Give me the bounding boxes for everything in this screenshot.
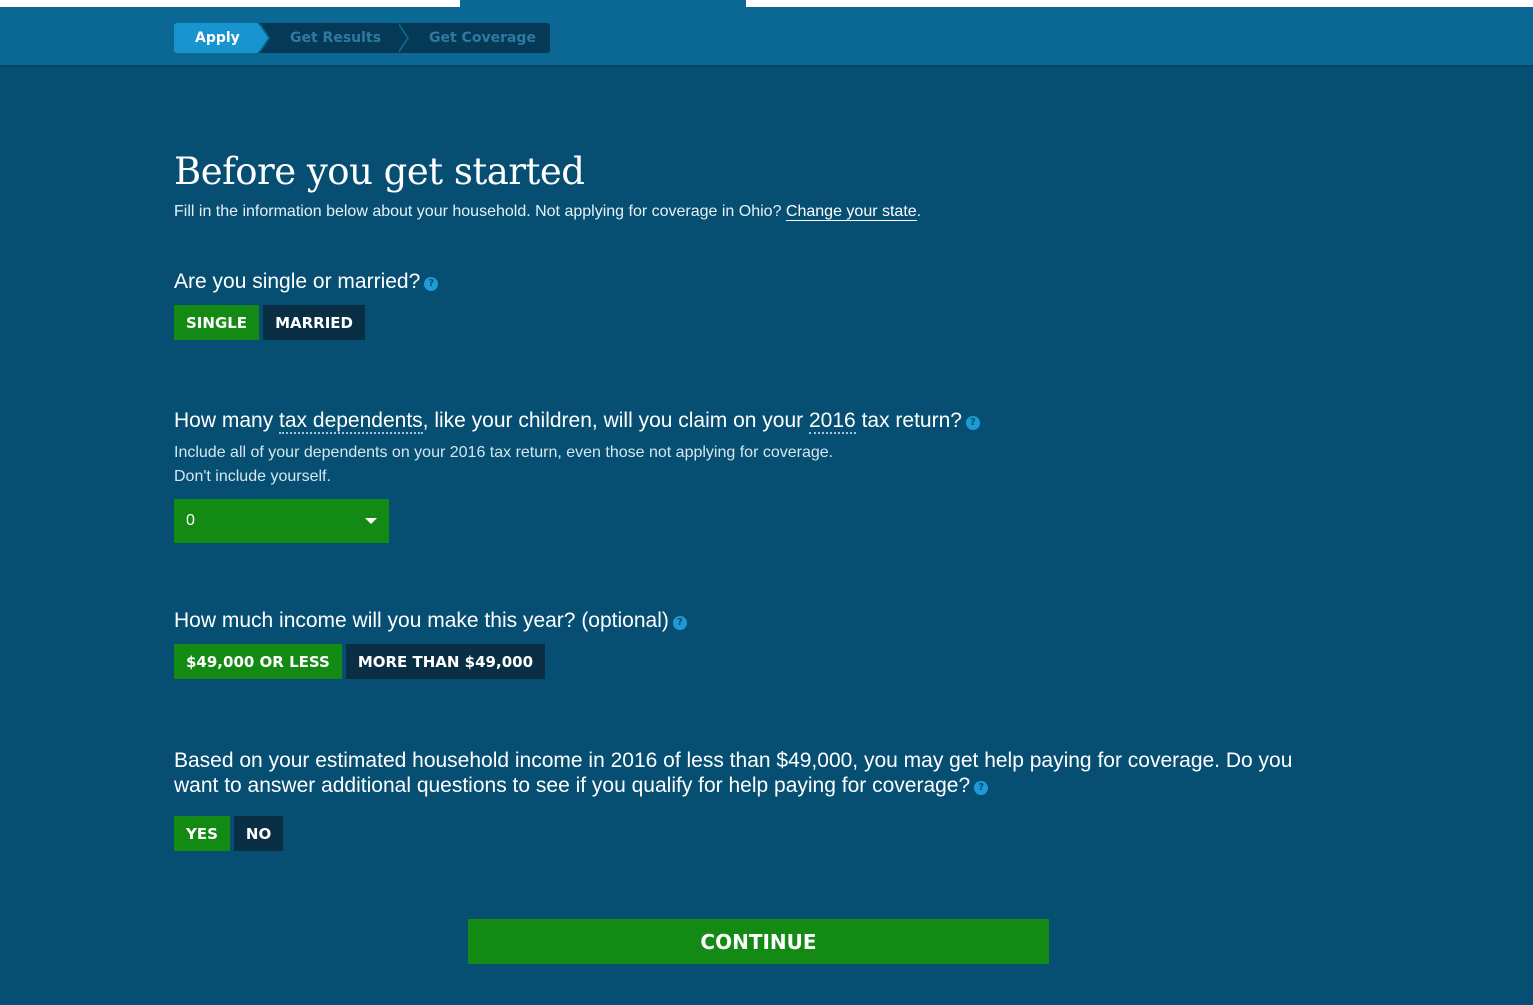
step-arrow (397, 23, 407, 53)
yes-button[interactable]: YES (174, 816, 230, 851)
dependents-select[interactable]: 0 (174, 499, 389, 543)
assistance-question-line2: want to answer additional questions to s… (174, 774, 971, 797)
assistance-question-line2-wrap: want to answer additional questions to s… (174, 773, 1292, 798)
dependents-hint-line2: Don't include yourself. (174, 468, 331, 485)
dependents-hint-line1: Include all of your dependents on your 2… (174, 444, 834, 461)
no-button[interactable]: NO (233, 816, 284, 851)
dependents-select-value: 0 (186, 512, 195, 529)
step-apply[interactable]: Apply (174, 23, 270, 53)
income-toggle: $49,000 OR LESS MORE THAN $49,000 (174, 644, 546, 679)
top-strip-gap (460, 0, 746, 7)
dependents-q-part1: How many (174, 409, 274, 432)
help-icon[interactable]: ? (672, 616, 687, 630)
tax-dependents-term[interactable]: tax dependents (279, 409, 423, 434)
income-less-button[interactable]: $49,000 OR LESS (174, 644, 342, 679)
step-get-results-label: Get Results (290, 30, 381, 46)
dependents-question: How many tax dependents, like your child… (174, 409, 980, 434)
marital-question: Are you single or married?? (174, 270, 439, 294)
income-question-label: How much income will you make this year?… (174, 609, 669, 632)
dependents-hint: Include all of your dependents on your 2… (174, 441, 833, 489)
chevron-down-icon (365, 518, 377, 524)
assistance-toggle: YES NO (174, 816, 284, 851)
intro-text-end: . (916, 203, 922, 220)
single-button[interactable]: SINGLE (174, 305, 260, 340)
income-more-button[interactable]: MORE THAN $49,000 (345, 644, 546, 679)
help-icon[interactable]: ? (424, 277, 439, 291)
assistance-question-line1: Based on your estimated household income… (174, 749, 1293, 772)
continue-button[interactable]: CONTINUE (468, 919, 1049, 964)
marital-question-label: Are you single or married? (174, 270, 421, 293)
tax-year-term[interactable]: 2016 (809, 409, 856, 434)
help-icon[interactable]: ? (974, 781, 989, 795)
step-get-coverage[interactable]: Get Coverage (397, 23, 550, 53)
dependents-q-part2: , like your children, will you claim on … (422, 409, 804, 432)
top-strip (0, 0, 1533, 7)
help-icon[interactable]: ? (965, 416, 980, 430)
page-title: Before you get started (174, 150, 585, 193)
intro-text: Fill in the information below about your… (174, 203, 921, 221)
dependents-q-part3: tax return? (861, 409, 962, 432)
change-state-link[interactable]: Change your state (785, 203, 917, 221)
header-bar: Apply Get Results Get Coverage (0, 7, 1533, 67)
step-get-results[interactable]: Get Results (258, 23, 409, 53)
intro-text-body: Fill in the information below about your… (174, 203, 782, 220)
assistance-question: Based on your estimated household income… (174, 748, 1292, 798)
married-button[interactable]: MARRIED (263, 305, 365, 340)
step-get-coverage-label: Get Coverage (429, 30, 536, 46)
step-arrow (258, 23, 268, 53)
step-apply-label: Apply (195, 30, 240, 46)
progress-steps: Apply Get Results Get Coverage (174, 23, 550, 53)
income-question: How much income will you make this year?… (174, 609, 687, 633)
marital-toggle: SINGLE MARRIED (174, 305, 365, 340)
